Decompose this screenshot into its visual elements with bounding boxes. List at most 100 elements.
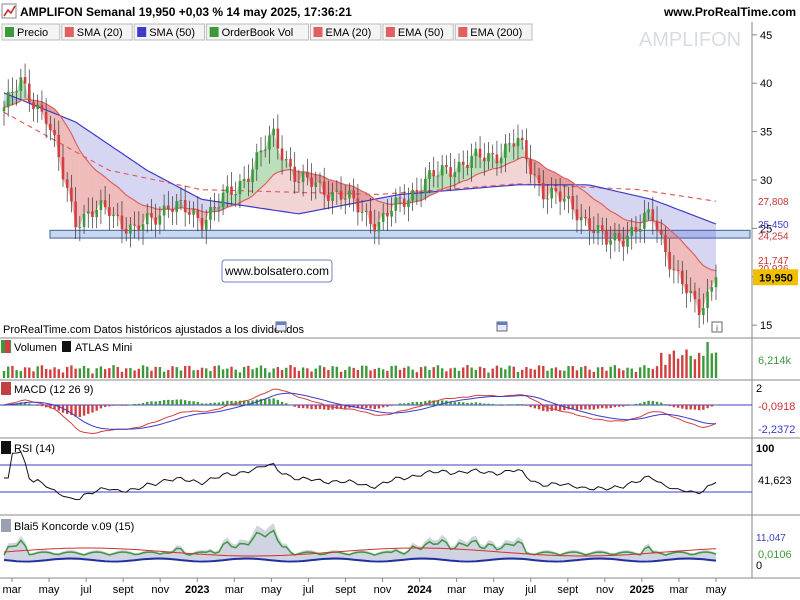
volume-bar (584, 365, 587, 378)
candle-body (693, 290, 697, 300)
candle-body (567, 196, 570, 199)
svg-text:RSI (14): RSI (14) (14, 443, 55, 455)
ma-band (619, 191, 624, 219)
macd-histogram-bar (293, 405, 296, 407)
candle-body (91, 211, 94, 218)
x-tick-label: may (483, 584, 504, 596)
candle-body (710, 287, 714, 292)
info-icon[interactable]: i (711, 321, 723, 333)
candle-body (390, 210, 393, 217)
ma-band (513, 159, 518, 186)
volume-bar (512, 366, 515, 378)
ma-band (143, 167, 148, 207)
macd-histogram-bar (205, 403, 208, 405)
volume-bar (318, 365, 322, 378)
candle-body (57, 135, 61, 158)
volume-bar (234, 369, 237, 378)
candle-body (171, 209, 174, 212)
macd-histogram-bar (407, 402, 410, 405)
candle-body (365, 210, 368, 212)
volume-bar (150, 370, 153, 378)
macd-histogram-bar (579, 405, 583, 410)
legend-item[interactable]: EMA (200) (454, 23, 533, 41)
candle-body (638, 228, 642, 232)
price-tick-label: 15 (760, 320, 772, 332)
legend-item[interactable]: EMA (50) (382, 23, 454, 41)
volume-bar (672, 350, 676, 378)
macd-histogram-bar (91, 405, 94, 413)
volume-bar (175, 367, 178, 378)
legend-item[interactable]: Precio (1, 23, 61, 41)
macd-histogram-bar (702, 405, 705, 410)
candle-body (327, 194, 330, 201)
volume-bar (124, 368, 128, 378)
x-tick-label: nov (596, 584, 614, 596)
macd-histogram-bar (162, 400, 166, 405)
candle-body (592, 230, 596, 234)
macd-histogram-bar (672, 405, 676, 408)
candle-body (415, 189, 419, 194)
volume-bar (685, 349, 688, 378)
volume-bar (521, 369, 524, 378)
macd-histogram-bar (689, 405, 692, 410)
macd-histogram-bar (36, 405, 39, 406)
macd-histogram-bar (268, 398, 271, 405)
candle-body (230, 186, 233, 195)
volume-bar (133, 370, 136, 378)
price-axis-label: 25,450 (758, 220, 789, 231)
site-label[interactable]: www.ProRealTime.com (663, 5, 796, 19)
macd-histogram-bar (537, 405, 541, 410)
legend-item[interactable]: SMA (50) (133, 23, 206, 41)
candle-body (204, 219, 208, 230)
macd-histogram-bar (453, 402, 456, 405)
legend-item[interactable]: OrderBook Vol (206, 23, 310, 41)
ma-band (130, 159, 135, 201)
volume-bar (276, 367, 280, 378)
svg-text:Volumen: Volumen (14, 342, 57, 354)
candle-body (495, 154, 499, 164)
volume-bar (453, 367, 456, 378)
candle-body (680, 270, 684, 285)
volume-bar (289, 365, 292, 378)
candle-body (584, 217, 587, 219)
volume-bar (676, 358, 680, 378)
candle-body (179, 199, 183, 202)
macd-histogram-bar (529, 405, 532, 408)
volume-bar (638, 367, 642, 378)
macd-histogram-bar (310, 405, 313, 410)
rsi-legend: RSI (14) (1, 441, 55, 455)
volume-bar (504, 369, 507, 378)
candle-body (343, 198, 347, 200)
candle-body (352, 190, 355, 199)
ma-band (703, 219, 708, 269)
volume-bar (592, 371, 596, 378)
volume-bar (70, 365, 73, 378)
svg-text:ATLAS Mini: ATLAS Mini (75, 342, 132, 354)
candle-body (588, 218, 591, 231)
volume-bar (407, 366, 410, 378)
candle-body (209, 206, 212, 220)
macd-histogram-bar (483, 403, 486, 405)
macd-histogram-bar (478, 402, 482, 405)
volume-bar (87, 368, 90, 378)
volume-bar (660, 352, 663, 378)
macd-histogram-bar (617, 405, 621, 407)
volume-bar (23, 367, 27, 378)
svg-text:Blai5 Koncorde v.09 (15): Blai5 Koncorde v.09 (15) (14, 521, 134, 533)
candle-body (53, 129, 56, 136)
legend-item[interactable]: SMA (20) (61, 23, 133, 41)
volume-bar (247, 365, 250, 378)
candle-body (398, 197, 402, 199)
candle-body (310, 177, 313, 187)
legend-item[interactable]: EMA (20) (310, 23, 382, 41)
annotation-text: www.bolsatero.com (224, 264, 329, 278)
svg-text:19,950: 19,950 (759, 272, 793, 284)
chart-window: AMPLIFON Semanal 19,950 +0,03 % 14 may 2… (0, 0, 800, 600)
macd-histogram-bar (209, 402, 212, 405)
ma-band (151, 172, 156, 209)
volume-bar (668, 354, 671, 378)
volume-bar (301, 367, 305, 378)
candle-body (335, 190, 339, 193)
macd-histogram-bar (171, 400, 174, 405)
legend-label: EMA (50) (398, 27, 444, 39)
